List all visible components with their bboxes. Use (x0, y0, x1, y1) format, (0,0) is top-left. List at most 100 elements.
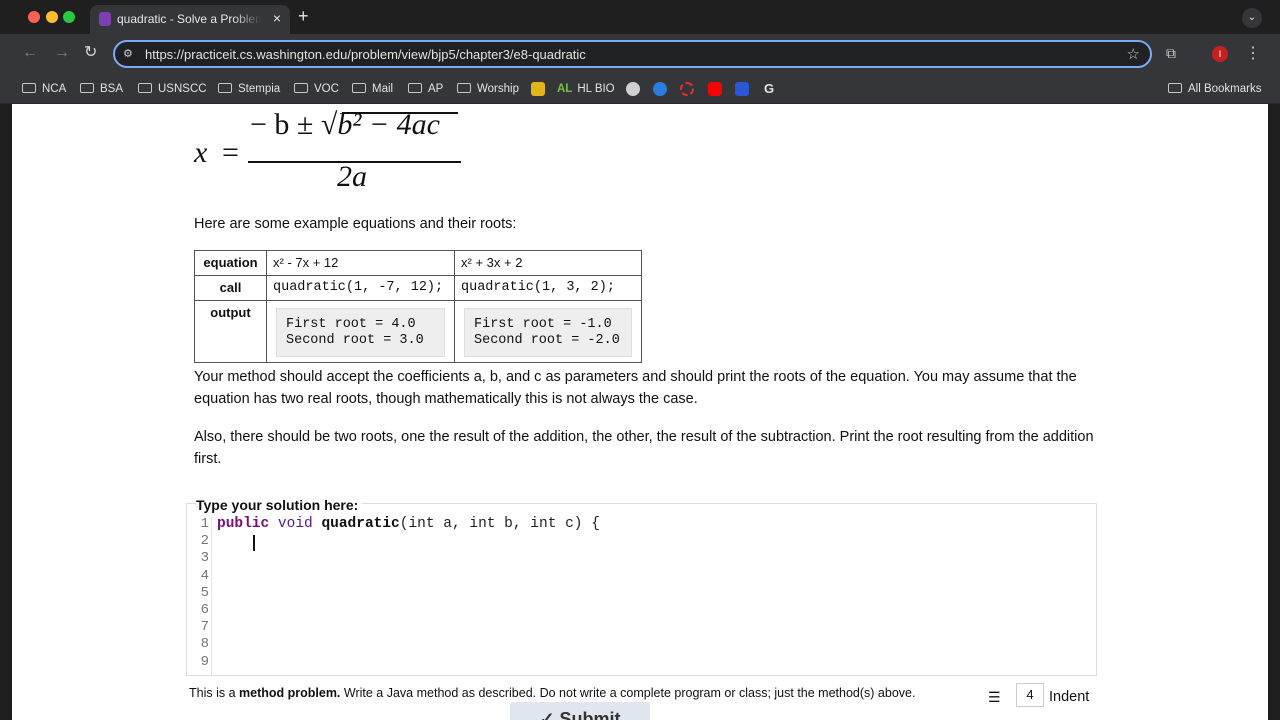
edge-bookmark-icon[interactable] (653, 82, 667, 96)
new-tab-button[interactable]: + (298, 7, 309, 25)
examples-table: equation x² - 7x + 12 x² + 3x + 2 call q… (194, 250, 642, 363)
active-tab[interactable]: quadratic - Solve a Problem - Practice-I… (90, 5, 290, 34)
table-row: call quadratic(1, -7, 12); quadratic(1, … (194, 275, 642, 301)
bookmark-folder[interactable]: NCA (22, 79, 66, 99)
line-number: 8 (200, 636, 209, 653)
sqrt-bar (342, 112, 458, 114)
extensions-icon[interactable]: ⧉ (1166, 45, 1182, 61)
quadratic-formula: x = − b ± √b² − 4ac 2a (194, 108, 474, 200)
folder-icon (408, 83, 422, 93)
formula-numerator: − b ± √b² − 4ac (250, 110, 440, 140)
maximize-window-button[interactable] (63, 11, 75, 23)
reload-icon[interactable]: ↻ (84, 44, 97, 62)
back-icon[interactable]: ← (22, 44, 38, 62)
method-name: quadratic (321, 516, 400, 532)
solution-label: Type your solution here: (196, 494, 363, 516)
line-number: 7 (200, 619, 209, 636)
tab-bar: quadratic - Solve a Problem - Practice-I… (0, 0, 1280, 34)
output-cell: First root = 4.0 Second root = 3.0 (266, 300, 455, 363)
call-cell: quadratic(1, 3, 2); (454, 275, 642, 301)
folder-icon (138, 83, 152, 93)
minimize-window-button[interactable] (46, 11, 58, 23)
forward-icon[interactable]: → (54, 44, 70, 62)
photos-bookmark-icon[interactable] (531, 82, 545, 96)
bookmark-hl-bio[interactable]: AL HL BIO (557, 79, 615, 99)
bookmark-folder[interactable]: Worship (457, 79, 519, 99)
red-ring-bookmark-icon[interactable] (680, 82, 694, 96)
line-number: 1 (200, 516, 209, 532)
profile-avatar[interactable]: I (1212, 46, 1228, 62)
browser-menu-icon[interactable]: ⋮ (1245, 43, 1261, 63)
hint-prefix: This is a (189, 686, 240, 700)
hint-bold: method problem. (239, 686, 341, 700)
row-header: call (194, 275, 267, 301)
folder-icon (457, 83, 471, 93)
bookmark-folder[interactable]: BSA (80, 79, 123, 99)
text-cursor (253, 535, 255, 551)
description-paragraph: Also, there should be two roots, one the… (194, 429, 1094, 467)
method-params: (int a, int b, int c) { (399, 516, 600, 532)
keyword-public: public (217, 516, 270, 532)
grid-bookmark-icon[interactable] (735, 82, 749, 96)
bookmark-folder[interactable]: Stempia (218, 79, 280, 99)
google-bookmark-icon[interactable]: G (764, 79, 774, 99)
address-bar[interactable]: ⚙ https://practiceit.cs.washington.edu/p… (113, 40, 1152, 68)
output-box: First root = -1.0 Second root = -2.0 (464, 308, 632, 357)
bookmarks-bar: NCA BSA USNSCC Stempia VOC Mail AP Worsh… (0, 74, 1280, 104)
bookmark-star-icon[interactable]: ☆ (1127, 45, 1140, 63)
call-cell: quadratic(1, -7, 12); (266, 275, 455, 301)
row-header: equation (194, 250, 267, 276)
indent-size-input[interactable]: 4 (1016, 683, 1044, 707)
folder-icon (218, 83, 232, 93)
equation-cell: x² - 7x + 12 (266, 250, 455, 276)
browser-toolbar: ← → ↻ ⚙ https://practiceit.cs.washington… (0, 34, 1280, 74)
formula-denominator: 2a (337, 160, 367, 193)
line-number: 4 (200, 567, 209, 584)
table-row: equation x² - 7x + 12 x² + 3x + 2 (194, 250, 642, 276)
hl-logo-icon: AL (557, 83, 573, 95)
table-row: output First root = 4.0 Second root = 3.… (194, 300, 642, 363)
line-number: 2 (200, 533, 209, 550)
folder-icon (1168, 83, 1182, 93)
practiceit-favicon-icon (99, 12, 111, 26)
site-info-icon[interactable]: ⚙ (123, 47, 137, 61)
tab-search-icon[interactable]: ⌄ (1242, 8, 1262, 28)
bookmark-folder[interactable]: USNSCC (138, 79, 207, 99)
line-number: 3 (200, 550, 209, 567)
circle-bookmark-icon[interactable] (626, 82, 640, 96)
bookmark-folder[interactable]: AP (408, 79, 443, 99)
bookmark-folder[interactable]: VOC (294, 79, 339, 99)
tab-close-icon[interactable]: × (273, 10, 281, 26)
hint-rest: Write a Java method as described. Do not… (340, 686, 916, 700)
folder-icon (80, 83, 94, 93)
indent-icon[interactable]: ☰ (988, 686, 1006, 705)
row-header: output (194, 300, 267, 363)
keyword-void: void (277, 516, 313, 532)
code-editor[interactable]: 1 2 3 4 5 6 7 8 9 public void quadratic(… (186, 503, 1097, 676)
line-number: 5 (200, 584, 209, 601)
page-content: x = − b ± √b² − 4ac 2a Here are some exa… (12, 104, 1268, 720)
method-problem-hint: This is a method problem. Write a Java m… (189, 682, 915, 704)
indent-label: Indent (1049, 689, 1090, 705)
code-line-1[interactable]: public void quadratic(int a, int b, int … (217, 516, 600, 533)
bookmark-folder[interactable]: Mail (352, 79, 393, 99)
formula-x: x (194, 136, 208, 169)
description-paragraph: Your method should accept the coefficien… (194, 369, 1077, 407)
examples-intro: Here are some example equations and thei… (194, 216, 517, 232)
close-window-button[interactable] (28, 11, 40, 23)
url-text[interactable]: https://practiceit.cs.washington.edu/pro… (145, 47, 586, 62)
tab-title: quadratic - Solve a Problem - Practice-I… (117, 12, 262, 26)
folder-icon (294, 83, 308, 93)
folder-icon (22, 83, 36, 93)
formula-equals: = (222, 136, 239, 169)
equation-cell: x² + 3x + 2 (454, 250, 642, 276)
output-box: First root = 4.0 Second root = 3.0 (276, 308, 445, 357)
all-bookmarks[interactable]: All Bookmarks (1168, 79, 1262, 99)
formula-prefix: − b ± √ (250, 108, 338, 141)
line-number: 9 (200, 653, 209, 670)
output-cell: First root = -1.0 Second root = -2.0 (454, 300, 642, 363)
line-number: 6 (200, 602, 209, 619)
youtube-bookmark-icon[interactable] (708, 82, 722, 96)
submit-button[interactable]: ✓ Submit (510, 702, 650, 720)
folder-icon (352, 83, 366, 93)
